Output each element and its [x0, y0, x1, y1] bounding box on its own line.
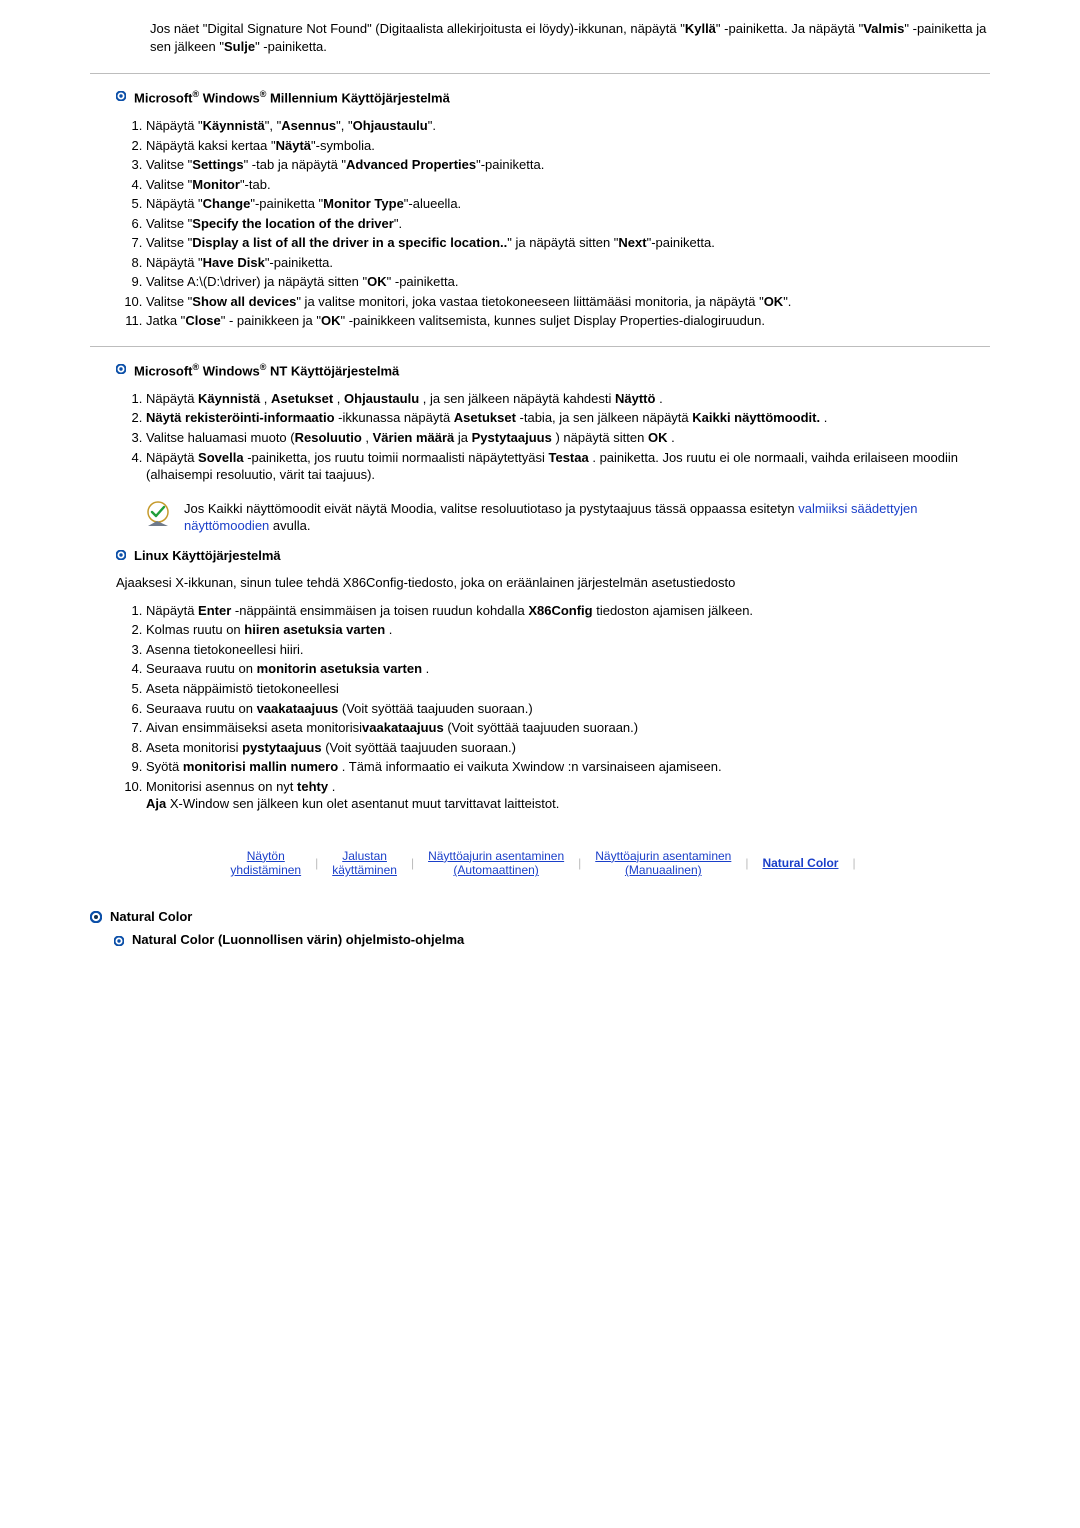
list-item: Näytä rekisteröinti-informaatio -ikkunas… — [146, 409, 990, 427]
nav-label: käyttäminen — [332, 863, 397, 877]
bullet-icon — [90, 910, 102, 922]
nav-label: Jalustan — [342, 849, 387, 863]
list-item: Valitse "Monitor"-tab. — [146, 176, 990, 194]
nav-separator: | — [315, 855, 318, 871]
list-item: Näpäytä kaksi kertaa "Näytä"-symbolia. — [146, 137, 990, 155]
list-item: Monitorisi asennus on nyt tehty .Aja X-W… — [146, 778, 990, 813]
nt-note-suffix: avulla. — [269, 518, 310, 533]
nav-separator: | — [745, 855, 748, 871]
nav-separator: | — [852, 855, 855, 871]
list-item: Näpäytä Käynnistä , Asetukset , Ohjausta… — [146, 390, 990, 408]
section-title-linux: Linux Käyttöjärjestelmä — [116, 547, 990, 565]
section-title-nt: Microsoft® Windows® NT Käyttöjärjestelmä — [116, 361, 990, 380]
nav-stand-use[interactable]: Jalustan käyttäminen — [326, 849, 403, 878]
list-item: Kolmas ruutu on hiiren asetuksia varten … — [146, 621, 990, 639]
bullet-icon — [116, 550, 126, 560]
nav-label: Näyttöajurin asentaminen — [428, 849, 564, 863]
section-title-nt-text: Microsoft® Windows® NT Käyttöjärjestelmä — [134, 361, 399, 380]
list-item: Valitse haluamasi muoto (Resoluutio , Vä… — [146, 429, 990, 447]
linux-intro: Ajaaksesi X-ikkunan, sinun tulee tehdä X… — [90, 574, 990, 592]
section-title-me-text: Microsoft® Windows® Millennium Käyttöjär… — [134, 88, 450, 107]
nt-note-prefix: Jos Kaikki näyttömoodit eivät näytä Mood… — [184, 501, 798, 516]
bullet-icon — [116, 364, 126, 374]
list-item: Valitse "Settings" -tab ja näpäytä "Adva… — [146, 156, 990, 174]
list-item: Valitse "Show all devices" ja valitse mo… — [146, 293, 990, 311]
intro-paragraph: Jos näet "Digital Signature Not Found" (… — [150, 20, 990, 55]
nav-natural-color[interactable]: Natural Color — [756, 856, 844, 870]
list-item: Näpäytä Enter -näppäintä ensimmäisen ja … — [146, 602, 990, 620]
nav-driver-auto[interactable]: Näyttöajurin asentaminen (Automaattinen) — [422, 849, 570, 878]
list-item: Valitse "Display a list of all the drive… — [146, 234, 990, 252]
list-item: Asenna tietokoneellesi hiiri. — [146, 641, 990, 659]
steps-linux: Näpäytä Enter -näppäintä ensimmäisen ja … — [126, 602, 990, 813]
footer-heading: Natural Color — [90, 908, 990, 926]
nav-label: Näyttöajurin asentaminen — [595, 849, 731, 863]
nt-note-text: Jos Kaikki näyttömoodit eivät näytä Mood… — [184, 500, 990, 535]
divider — [90, 346, 990, 347]
list-item: Näpäytä "Käynnistä", "Asennus", "Ohjaust… — [146, 117, 990, 135]
nav-label: yhdistäminen — [230, 863, 301, 877]
steps-nt: Näpäytä Käynnistä , Asetukset , Ohjausta… — [126, 390, 990, 484]
nt-note: Jos Kaikki näyttömoodit eivät näytä Mood… — [144, 500, 990, 535]
list-item: Jatka "Close" - painikkeen ja "OK" -pain… — [146, 312, 990, 330]
section-title-linux-text: Linux Käyttöjärjestelmä — [134, 547, 281, 565]
list-item: Näpäytä "Have Disk"-painiketta. — [146, 254, 990, 272]
footer-sub: Natural Color (Luonnollisen värin) ohjel… — [114, 931, 990, 949]
list-item: Valitse A:\(D:\driver) ja näpäytä sitten… — [146, 273, 990, 291]
footer-sub-text: Natural Color (Luonnollisen värin) ohjel… — [132, 931, 464, 949]
nav-driver-manual[interactable]: Näyttöajurin asentaminen (Manuaalinen) — [589, 849, 737, 878]
divider — [90, 73, 990, 74]
footer-heading-text: Natural Color — [110, 908, 192, 926]
list-item: Aseta näppäimistö tietokoneellesi — [146, 680, 990, 698]
nav-separator: | — [411, 855, 414, 871]
nav-separator: | — [578, 855, 581, 871]
list-item: Aseta monitorisi pystytaajuus (Voit syöt… — [146, 739, 990, 757]
steps-me: Näpäytä "Käynnistä", "Asennus", "Ohjaust… — [126, 117, 990, 330]
bullet-icon — [116, 91, 126, 101]
list-item: Aivan ensimmäiseksi aseta monitorisivaak… — [146, 719, 990, 737]
bullet-icon — [114, 936, 124, 946]
nav-display-connect[interactable]: Näytön yhdistäminen — [224, 849, 307, 878]
nav-label: Näytön — [247, 849, 285, 863]
list-item: Näpäytä "Change"-painiketta "Monitor Typ… — [146, 195, 990, 213]
checkmark-icon — [144, 500, 172, 528]
list-item: Näpäytä Sovella -painiketta, jos ruutu t… — [146, 449, 990, 484]
list-item: Syötä monitorisi mallin numero . Tämä in… — [146, 758, 990, 776]
section-title-me: Microsoft® Windows® Millennium Käyttöjär… — [116, 88, 990, 107]
nav-links: Näytön yhdistäminen | Jalustan käyttämin… — [90, 849, 990, 878]
list-item: Valitse "Specify the location of the dri… — [146, 215, 990, 233]
list-item: Seuraava ruutu on vaakataajuus (Voit syö… — [146, 700, 990, 718]
nav-label: (Manuaalinen) — [625, 863, 702, 877]
nav-label: (Automaattinen) — [453, 863, 538, 877]
list-item: Seuraava ruutu on monitorin asetuksia va… — [146, 660, 990, 678]
